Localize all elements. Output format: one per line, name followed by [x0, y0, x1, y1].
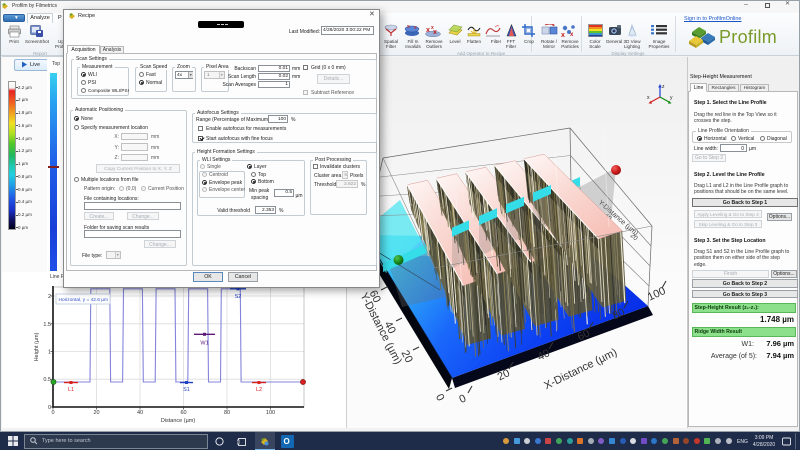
svg-text:0.5: 0.5: [43, 377, 51, 383]
svg-text:L1: L1: [68, 387, 74, 393]
svg-text:Height (µm): Height (µm): [34, 332, 40, 361]
svg-text:X-Distance (µm): X-Distance (µm): [542, 346, 619, 392]
svg-text:W1: W1: [200, 340, 208, 346]
svg-text:100: 100: [266, 410, 275, 416]
svg-text:60: 60: [180, 410, 186, 416]
svg-text:x: x: [647, 95, 650, 101]
svg-text:40: 40: [137, 410, 143, 416]
svg-text:z: z: [662, 84, 665, 90]
svg-text:x: x: [414, 25, 417, 31]
svg-text:0: 0: [457, 393, 468, 406]
svg-text:Distance (µm): Distance (µm): [161, 418, 196, 424]
svg-text:2: 2: [48, 294, 51, 300]
svg-text:S2: S2: [235, 294, 242, 300]
svg-text:0: 0: [51, 410, 54, 416]
svg-text:x: x: [431, 25, 434, 31]
svg-text:1.5: 1.5: [43, 322, 51, 328]
svg-text:80: 80: [224, 410, 230, 416]
svg-text:x: x: [407, 24, 410, 30]
svg-text:20: 20: [93, 410, 99, 416]
svg-text:y: y: [670, 95, 673, 101]
svg-text:1: 1: [48, 350, 51, 356]
svg-text:x: x: [426, 27, 430, 34]
svg-text:x: x: [570, 32, 574, 37]
svg-text:L2: L2: [256, 387, 262, 393]
svg-text:0: 0: [433, 392, 446, 403]
svg-text:S1: S1: [183, 387, 190, 393]
svg-text:Horizontal, y = 42.6 µm: Horizontal, y = 42.6 µm: [59, 297, 109, 303]
svg-text:x: x: [561, 32, 565, 37]
